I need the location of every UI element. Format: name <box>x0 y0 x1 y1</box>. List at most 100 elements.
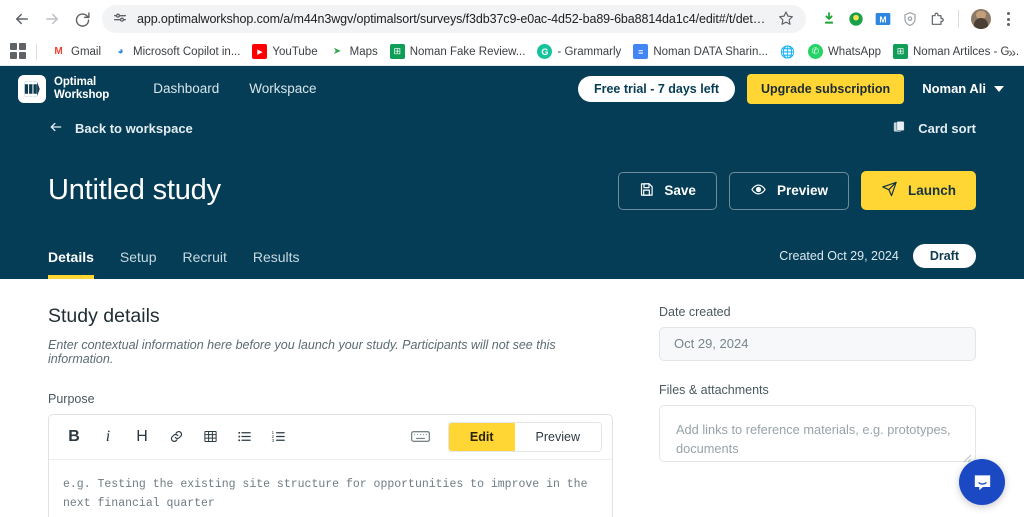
copilot-icon: ◕ <box>117 46 124 57</box>
italic-icon[interactable]: i <box>93 423 123 451</box>
main-content: Study details Enter contextual informati… <box>0 278 1024 517</box>
tab-results[interactable]: Results <box>253 249 300 279</box>
preview-button[interactable]: Preview <box>728 171 849 210</box>
bookmark-item[interactable]: ▶ YouTube <box>246 42 323 61</box>
site-settings-icon[interactable] <box>112 11 128 27</box>
reload-button[interactable] <box>68 5 96 33</box>
gmail-icon: M <box>54 46 63 57</box>
purpose-input[interactable]: e.g. Testing the existing site structure… <box>49 460 612 517</box>
arrow-left-icon <box>48 120 64 137</box>
resize-handle-icon[interactable] <box>962 449 972 463</box>
tab-setup[interactable]: Setup <box>120 249 157 279</box>
nav-workspace[interactable]: Workspace <box>249 81 316 96</box>
save-label: Save <box>664 183 696 199</box>
bookmark-item[interactable]: ⊞ Noman Fake Review... <box>384 42 532 61</box>
editor-preview-tab[interactable]: Preview <box>514 422 601 451</box>
apps-grid-icon[interactable] <box>10 42 28 61</box>
study-actions: Save Preview Launch <box>618 171 976 211</box>
bookmark-divider <box>36 43 37 60</box>
three-dot-menu-icon[interactable] <box>1000 10 1016 28</box>
study-header: Back to workspace Card sort Untitled stu… <box>0 111 1024 279</box>
bookmark-label: Noman DATA Sharin... <box>653 45 768 58</box>
main-nav: Dashboard Workspace <box>153 81 316 96</box>
bookmark-label: WhatsApp <box>827 45 881 58</box>
bookmark-label: Maps <box>349 45 378 58</box>
address-bar[interactable]: app.optimalworkshop.com/a/m44n3wgv/optim… <box>102 5 806 33</box>
extension-circle-icon[interactable] <box>847 10 865 28</box>
study-meta: Created Oct 29, 2024 Draft <box>779 243 976 279</box>
extensions-puzzle-icon[interactable] <box>928 10 946 28</box>
header-right-group: Free trial - 7 days left Upgrade subscri… <box>577 73 1008 104</box>
brand-name: Optimal Workshop <box>54 76 109 101</box>
bookmark-item[interactable]: ◕ Microsoft Copilot in... <box>107 42 246 61</box>
user-menu[interactable]: Noman Ali <box>916 81 1008 96</box>
bookmark-item[interactable]: ➤ Maps <box>324 42 384 61</box>
svg-text:M: M <box>879 14 886 24</box>
study-tabs: Details Setup Recruit Results Created Oc… <box>48 243 976 279</box>
profile-avatar-icon[interactable] <box>971 9 991 29</box>
bookmarks-bar: M Gmail ◕ Microsoft Copilot in... ▶ YouT… <box>0 38 1024 66</box>
bookmark-item[interactable]: G - Grammarly <box>531 42 627 61</box>
bold-icon[interactable]: B <box>59 423 89 451</box>
section-subtitle: Enter contextual information here before… <box>48 337 556 366</box>
heading-icon[interactable]: H <box>127 423 157 451</box>
bulleted-list-icon[interactable] <box>229 423 259 451</box>
grammarly-icon: G <box>537 44 553 59</box>
page-title[interactable]: Untitled study <box>48 174 221 207</box>
study-type-tag: Card sort <box>892 119 976 138</box>
download-icon[interactable] <box>820 10 838 28</box>
cards-stack-icon <box>892 119 909 138</box>
whatsapp-icon: ✆ <box>807 44 823 59</box>
google-sheets-icon: ⊞ <box>893 44 908 59</box>
tab-recruit[interactable]: Recruit <box>183 249 227 279</box>
url-text: app.optimalworkshop.com/a/m44n3wgv/optim… <box>137 12 770 26</box>
bookmark-label: Gmail <box>71 45 102 58</box>
browser-chrome: app.optimalworkshop.com/a/m44n3wgv/optim… <box>0 0 1024 66</box>
files-attachments-input[interactable]: Add links to reference materials, e.g. p… <box>659 404 976 463</box>
save-button[interactable]: Save <box>618 171 717 210</box>
star-icon[interactable] <box>778 10 796 28</box>
keyboard-icon[interactable] <box>406 424 436 450</box>
purpose-editor: B i H 123 Edit Preview e.g. Testing the … <box>48 413 613 517</box>
back-to-workspace-link[interactable]: Back to workspace <box>48 120 193 137</box>
files-attachments-placeholder: Add links to reference materials, e.g. p… <box>676 421 951 456</box>
back-button[interactable] <box>8 5 36 33</box>
free-trial-badge: Free trial - 7 days left <box>577 75 735 102</box>
intercom-chat-button[interactable] <box>959 459 1005 505</box>
tab-details[interactable]: Details <box>48 249 94 279</box>
bookmark-item[interactable]: M Gmail <box>45 42 107 61</box>
bookmark-label: Microsoft Copilot in... <box>133 45 241 58</box>
bookmark-item[interactable]: 🌐 <box>774 42 802 61</box>
bookmark-item[interactable]: ✆ WhatsApp <box>802 42 887 61</box>
toolbar-divider <box>958 10 959 28</box>
forward-button[interactable] <box>38 5 66 33</box>
eye-icon <box>750 182 767 200</box>
preview-label: Preview <box>776 183 828 199</box>
globe-icon: 🌐 <box>779 44 795 59</box>
table-icon[interactable] <box>195 423 225 451</box>
bookmark-item[interactable]: ≡ Noman DATA Sharin... <box>627 42 774 61</box>
bookmark-item[interactable]: ⊞ Noman Artilces - G... <box>887 42 1024 61</box>
upgrade-subscription-button[interactable]: Upgrade subscription <box>747 73 905 104</box>
nav-dashboard[interactable]: Dashboard <box>153 81 219 96</box>
editor-edit-tab[interactable]: Edit <box>448 422 515 451</box>
editor-mode-toggle: Edit Preview <box>447 421 602 452</box>
numbered-list-icon[interactable]: 123 <box>263 423 293 451</box>
app-top-nav: Optimal Workshop Dashboard Workspace Fre… <box>0 66 1024 111</box>
brand-logo[interactable]: Optimal Workshop <box>18 74 109 103</box>
user-name: Noman Ali <box>922 81 986 96</box>
mail-extension-icon[interactable]: M <box>874 10 892 28</box>
brand-line-2: Workshop <box>54 88 110 101</box>
floppy-disk-icon <box>639 182 654 200</box>
tab-list: Details Setup Recruit Results <box>48 243 300 279</box>
page-root: app.optimalworkshop.com/a/m44n3wgv/optim… <box>0 0 1024 517</box>
purpose-label: Purpose <box>48 391 95 406</box>
shield-icon[interactable] <box>901 10 919 28</box>
date-created-value: Oct 29, 2024 <box>659 326 976 361</box>
status-badge: Draft <box>912 243 976 268</box>
launch-button[interactable]: Launch <box>860 171 976 211</box>
date-created-label: Date created <box>659 304 731 319</box>
bookmarks-overflow-button[interactable]: » <box>1008 45 1016 59</box>
link-icon[interactable] <box>161 423 191 451</box>
created-date-text: Created Oct 29, 2024 <box>779 248 899 263</box>
